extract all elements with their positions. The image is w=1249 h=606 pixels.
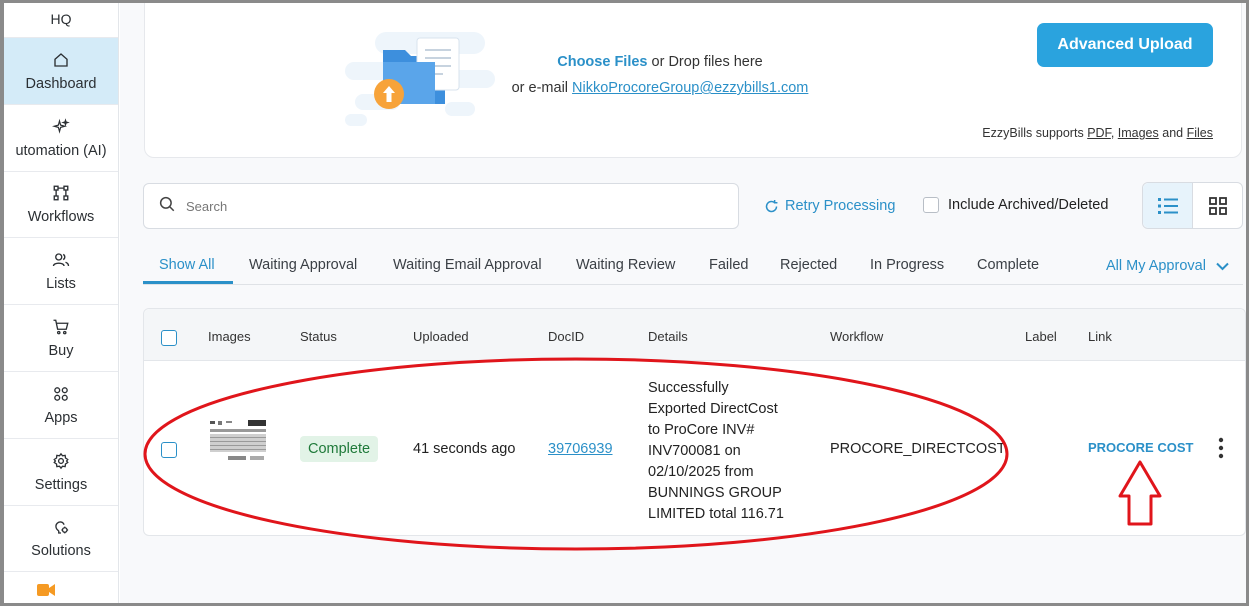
- details-line: to ProCore INV#: [648, 422, 755, 438]
- include-archived-checkbox[interactable]: [923, 197, 939, 213]
- sparkle-icon: [51, 117, 71, 137]
- details-line: Exported DirectCost: [648, 401, 778, 417]
- column-header-workflow: Workflow: [830, 329, 884, 344]
- tab-waiting-review[interactable]: Waiting Review: [576, 257, 675, 273]
- search-input[interactable]: [186, 198, 706, 214]
- column-header-details: Details: [648, 329, 688, 344]
- sidebar-item-workflows[interactable]: Workflows: [4, 172, 118, 239]
- documents-table: Images Status Uploaded DocID Details Wor…: [143, 308, 1246, 536]
- status-tabs: Show All Waiting Approval Waiting Email …: [143, 243, 1243, 285]
- sidebar-item-buy[interactable]: Buy: [4, 305, 118, 372]
- details-line: INV700081 on: [648, 443, 741, 459]
- users-icon: [51, 250, 71, 270]
- supports-prefix: EzzyBills supports: [982, 126, 1084, 140]
- workflow-name: PROCORE_DIRECTCOST: [830, 441, 1006, 457]
- table-header: Images Status Uploaded DocID Details Wor…: [144, 309, 1245, 361]
- sidebar-item-label: Settings: [34, 476, 88, 493]
- status-badge: Complete: [300, 436, 379, 462]
- images-link[interactable]: Images: [1118, 126, 1159, 140]
- pdf-link[interactable]: PDF: [1087, 126, 1111, 140]
- sidebar-item-apps[interactable]: Apps: [4, 372, 118, 439]
- tab-complete[interactable]: Complete: [977, 257, 1039, 273]
- sidebar-item-label: Buy: [48, 343, 74, 360]
- solutions-icon: [51, 517, 71, 537]
- sidebar-item-label: Workflows: [27, 209, 95, 226]
- details-text: Successfully Exported DirectCost to ProC…: [648, 378, 798, 525]
- gear-icon: [51, 451, 71, 471]
- sidebar-item-solutions[interactable]: Solutions: [4, 506, 118, 573]
- choose-files-link[interactable]: Choose Files: [557, 54, 647, 70]
- sidebar-item-dashboard[interactable]: Dashboard: [4, 38, 118, 105]
- details-line: Successfully: [648, 380, 729, 396]
- drop-text: or Drop files here: [651, 54, 763, 70]
- sidebar-item-label: Apps: [44, 409, 78, 426]
- docid-link[interactable]: 39706939: [548, 441, 613, 457]
- upload-email-link[interactable]: NikkoProcoreGroup@ezzybills1.com: [572, 80, 808, 96]
- home-icon: [51, 50, 71, 70]
- refresh-icon: [765, 199, 778, 212]
- list-view-button[interactable]: [1143, 183, 1193, 228]
- workflow-icon: [51, 183, 71, 203]
- retry-processing-button[interactable]: Retry Processing: [764, 198, 895, 214]
- apps-icon: [51, 384, 71, 404]
- details-line: LIMITED total 116.71: [648, 506, 784, 522]
- uploaded-time: 41 seconds ago: [413, 441, 516, 457]
- column-header-uploaded: Uploaded: [413, 329, 469, 344]
- include-archived-toggle[interactable]: Include Archived/Deleted: [923, 197, 1108, 213]
- view-toggle: [1142, 182, 1243, 229]
- video-icon[interactable]: [37, 583, 55, 597]
- files-link[interactable]: Files: [1187, 126, 1213, 140]
- tab-in-progress[interactable]: In Progress: [870, 257, 944, 273]
- supported-formats: EzzyBills supports PDF, Images and Files: [982, 126, 1213, 140]
- details-line: 02/10/2025 from: [648, 464, 754, 480]
- grid-view-button[interactable]: [1193, 183, 1242, 228]
- upload-folder-icon: [345, 32, 495, 132]
- email-prefix: or e-mail: [511, 80, 569, 96]
- sidebar-item-settings[interactable]: Settings: [4, 439, 118, 506]
- advanced-upload-button[interactable]: Advanced Upload: [1037, 23, 1213, 67]
- column-header-status: Status: [300, 329, 337, 344]
- supports-and: and: [1162, 126, 1184, 140]
- grid-icon: [1208, 196, 1227, 215]
- sidebar: HQ Dashboard utomation (AI) Workflows Li…: [4, 3, 119, 603]
- cart-icon: [51, 317, 71, 337]
- sidebar-item-automation[interactable]: utomation (AI): [4, 105, 118, 172]
- approval-filter-dropdown[interactable]: All My Approval: [1106, 258, 1229, 274]
- tab-failed[interactable]: Failed: [709, 257, 749, 273]
- row-actions-menu-icon[interactable]: [1216, 437, 1226, 459]
- main-content: Choose Files or Drop files here or e-mai…: [120, 0, 1246, 603]
- tab-show-all[interactable]: Show All: [159, 257, 215, 273]
- sidebar-top-item[interactable]: HQ: [4, 3, 118, 38]
- column-header-link: Link: [1088, 329, 1112, 344]
- tab-rejected[interactable]: Rejected: [780, 257, 837, 273]
- upload-instructions: Choose Files or Drop files here or e-mai…: [485, 49, 835, 101]
- procore-cost-link[interactable]: PROCORE COST: [1088, 440, 1193, 455]
- column-header-docid: DocID: [548, 329, 585, 344]
- sidebar-item-label: utomation (AI): [15, 142, 107, 159]
- approval-filter-label: All My Approval: [1106, 258, 1206, 274]
- details-line: BUNNINGS GROUP: [648, 485, 782, 501]
- upload-dropzone[interactable]: Choose Files or Drop files here or e-mai…: [144, 0, 1242, 158]
- select-all-checkbox[interactable]: [161, 330, 177, 346]
- column-header-label: Label: [1025, 329, 1057, 344]
- sidebar-item-label: Lists: [46, 276, 76, 293]
- include-archived-label: Include Archived/Deleted: [948, 197, 1109, 213]
- retry-label: Retry Processing: [785, 198, 896, 214]
- tab-waiting-approval[interactable]: Waiting Approval: [249, 257, 357, 273]
- sidebar-top-label: HQ: [50, 11, 72, 27]
- row-checkbox[interactable]: [161, 442, 177, 458]
- document-thumbnail[interactable]: [208, 419, 268, 465]
- sidebar-item-lists[interactable]: Lists: [4, 238, 118, 306]
- tab-waiting-email-approval[interactable]: Waiting Email Approval: [393, 257, 542, 273]
- search-box[interactable]: [143, 183, 739, 229]
- column-header-images: Images: [208, 329, 251, 344]
- chevron-down-icon: [1216, 262, 1229, 270]
- sidebar-item-label: Solutions: [31, 543, 91, 560]
- search-icon: [158, 195, 176, 218]
- list-icon: [1157, 197, 1178, 214]
- sidebar-item-label: Dashboard: [25, 75, 97, 92]
- active-tab-indicator: [143, 281, 233, 284]
